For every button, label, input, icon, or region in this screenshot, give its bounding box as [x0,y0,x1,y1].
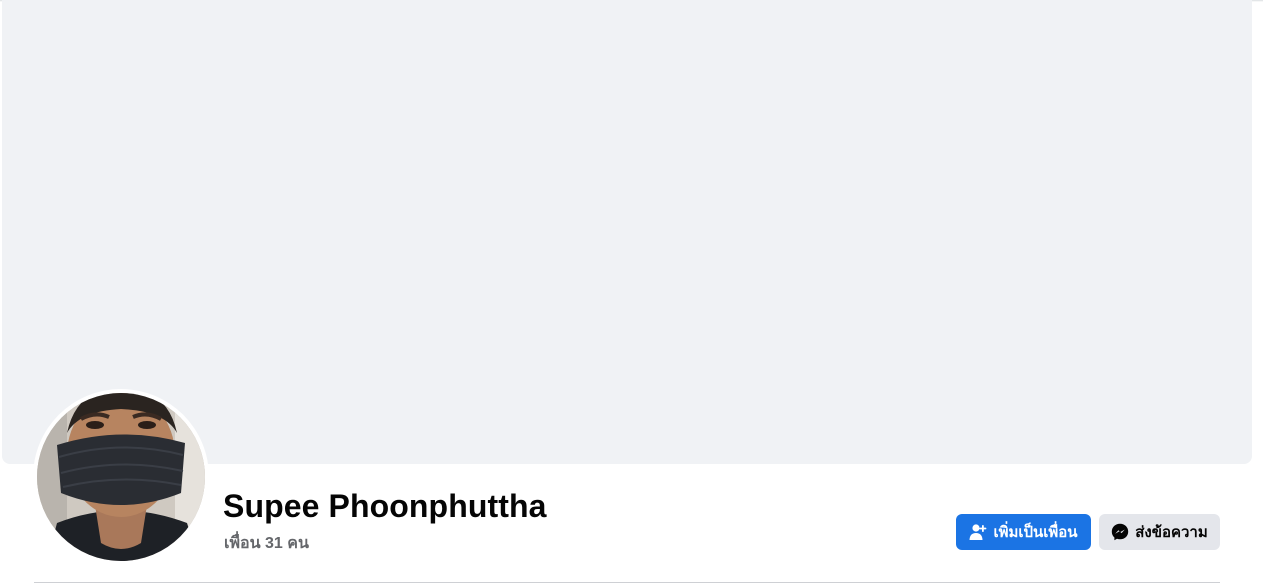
add-friend-label: เพิ่มเป็นเพื่อน [993,524,1078,541]
add-friend-icon [969,523,987,541]
message-button[interactable]: ส่งข้อความ [1099,514,1220,550]
friends-count-link[interactable]: เพื่อน 31 คน [224,531,309,556]
messenger-icon [1111,523,1129,541]
profile-name: Supee Phoonphuttha [223,488,547,524]
section-divider [34,582,1220,583]
avatar[interactable] [37,393,205,561]
cover-photo[interactable] [2,0,1252,464]
profile-header: Supee Phoonphuttha เพื่อน 31 คน เพิ่มเป็… [0,0,1263,587]
message-label: ส่งข้อความ [1135,524,1208,541]
avatar-image [37,393,205,561]
add-friend-button[interactable]: เพิ่มเป็นเพื่อน [956,514,1091,550]
